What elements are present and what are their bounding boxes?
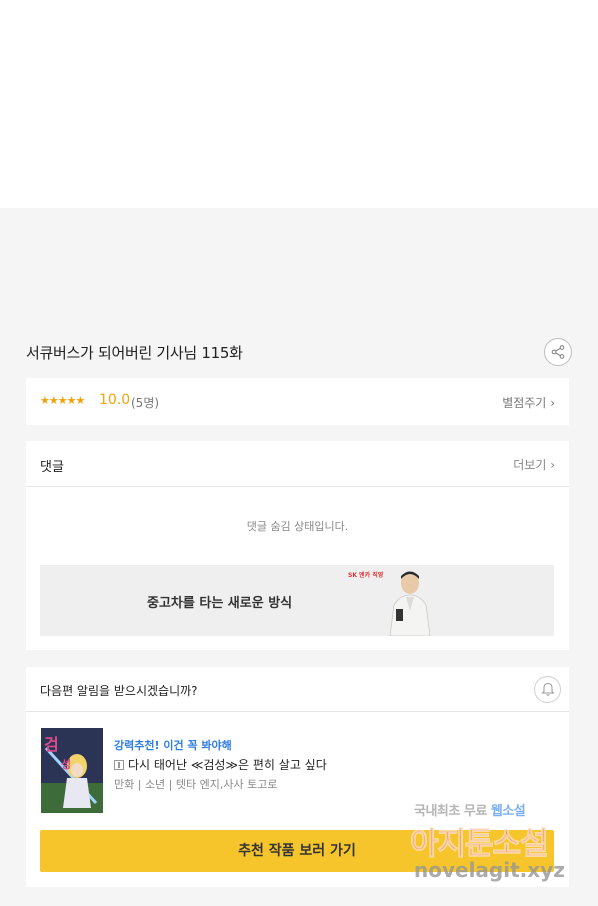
bell-icon (540, 682, 555, 696)
svg-text:검: 검 (44, 735, 59, 754)
recommend-title-row[interactable]: 다시 태어난 ≪검성≫은 편히 살고 싶다 (114, 756, 327, 773)
rating-stars: ★★★★★ (40, 394, 85, 407)
ad-banner[interactable]: 중고차를 타는 새로운 방식 SK 엔카 직영 (40, 565, 554, 636)
rating-card: ★★★★★ 10.0 (5명) 별점주기 › (26, 378, 569, 425)
ad-logo: SK 엔카 직영 (348, 570, 383, 579)
recommend-meta: 만화 | 소년 | 텟타 엔지,사사 토고로 (114, 778, 278, 791)
share-button[interactable] (544, 338, 572, 366)
rating-score: 10.0 (99, 392, 131, 408)
episode-title: 서큐버스가 되어버린 기사님 115화 (26, 344, 243, 362)
comment-header: 댓글 더보기 › (26, 441, 569, 487)
comment-title: 댓글 (40, 460, 64, 475)
recommend-cover-image[interactable]: 검 성 (41, 728, 103, 813)
rate-link[interactable]: 별점주기 › (502, 394, 555, 411)
recommend-title: 다시 태어난 ≪검성≫은 편히 살고 싶다 (128, 758, 327, 772)
recommend-tag: 강력추천! 이건 꼭 봐야해 (114, 739, 232, 752)
comment-card: 댓글 더보기 › 댓글 숨김 상태입니다. 중고차를 타는 새로운 방식 SK … (26, 441, 569, 650)
notify-card: 다음편 알림을 받으시겠습니까? 검 성 강력추천! 이건 꼭 봐야해 다시 태… (26, 667, 569, 887)
rating-voters: (5명) (131, 396, 160, 410)
ad-text: 중고차를 타는 새로운 방식 (147, 596, 293, 611)
ad-logo-text: SK 엔카 직영 (348, 572, 384, 579)
share-icon (551, 345, 565, 359)
svg-text:성: 성 (61, 757, 71, 771)
rate-link-label: 별점주기 (502, 396, 547, 410)
notify-header: 다음편 알림을 받으시겠습니까? (26, 667, 569, 712)
chevron-right-icon: › (550, 458, 555, 472)
more-link-label: 더보기 (513, 458, 547, 472)
notify-bell-button[interactable] (534, 676, 561, 703)
episode-title-row: 서큐버스가 되어버린 기사님 115화 (26, 338, 572, 366)
chevron-right-icon: › (550, 396, 555, 410)
content-area-top (0, 0, 598, 208)
notify-question: 다음편 알림을 받으시겠습니까? (40, 684, 198, 698)
comment-more-link[interactable]: 더보기 › (513, 456, 555, 473)
book-icon (114, 760, 124, 770)
recommend-button[interactable]: 추천 작품 보러 가기 (40, 830, 554, 872)
ad-person-image (389, 571, 431, 636)
comment-hidden-message: 댓글 숨김 상태입니다. (246, 520, 349, 533)
